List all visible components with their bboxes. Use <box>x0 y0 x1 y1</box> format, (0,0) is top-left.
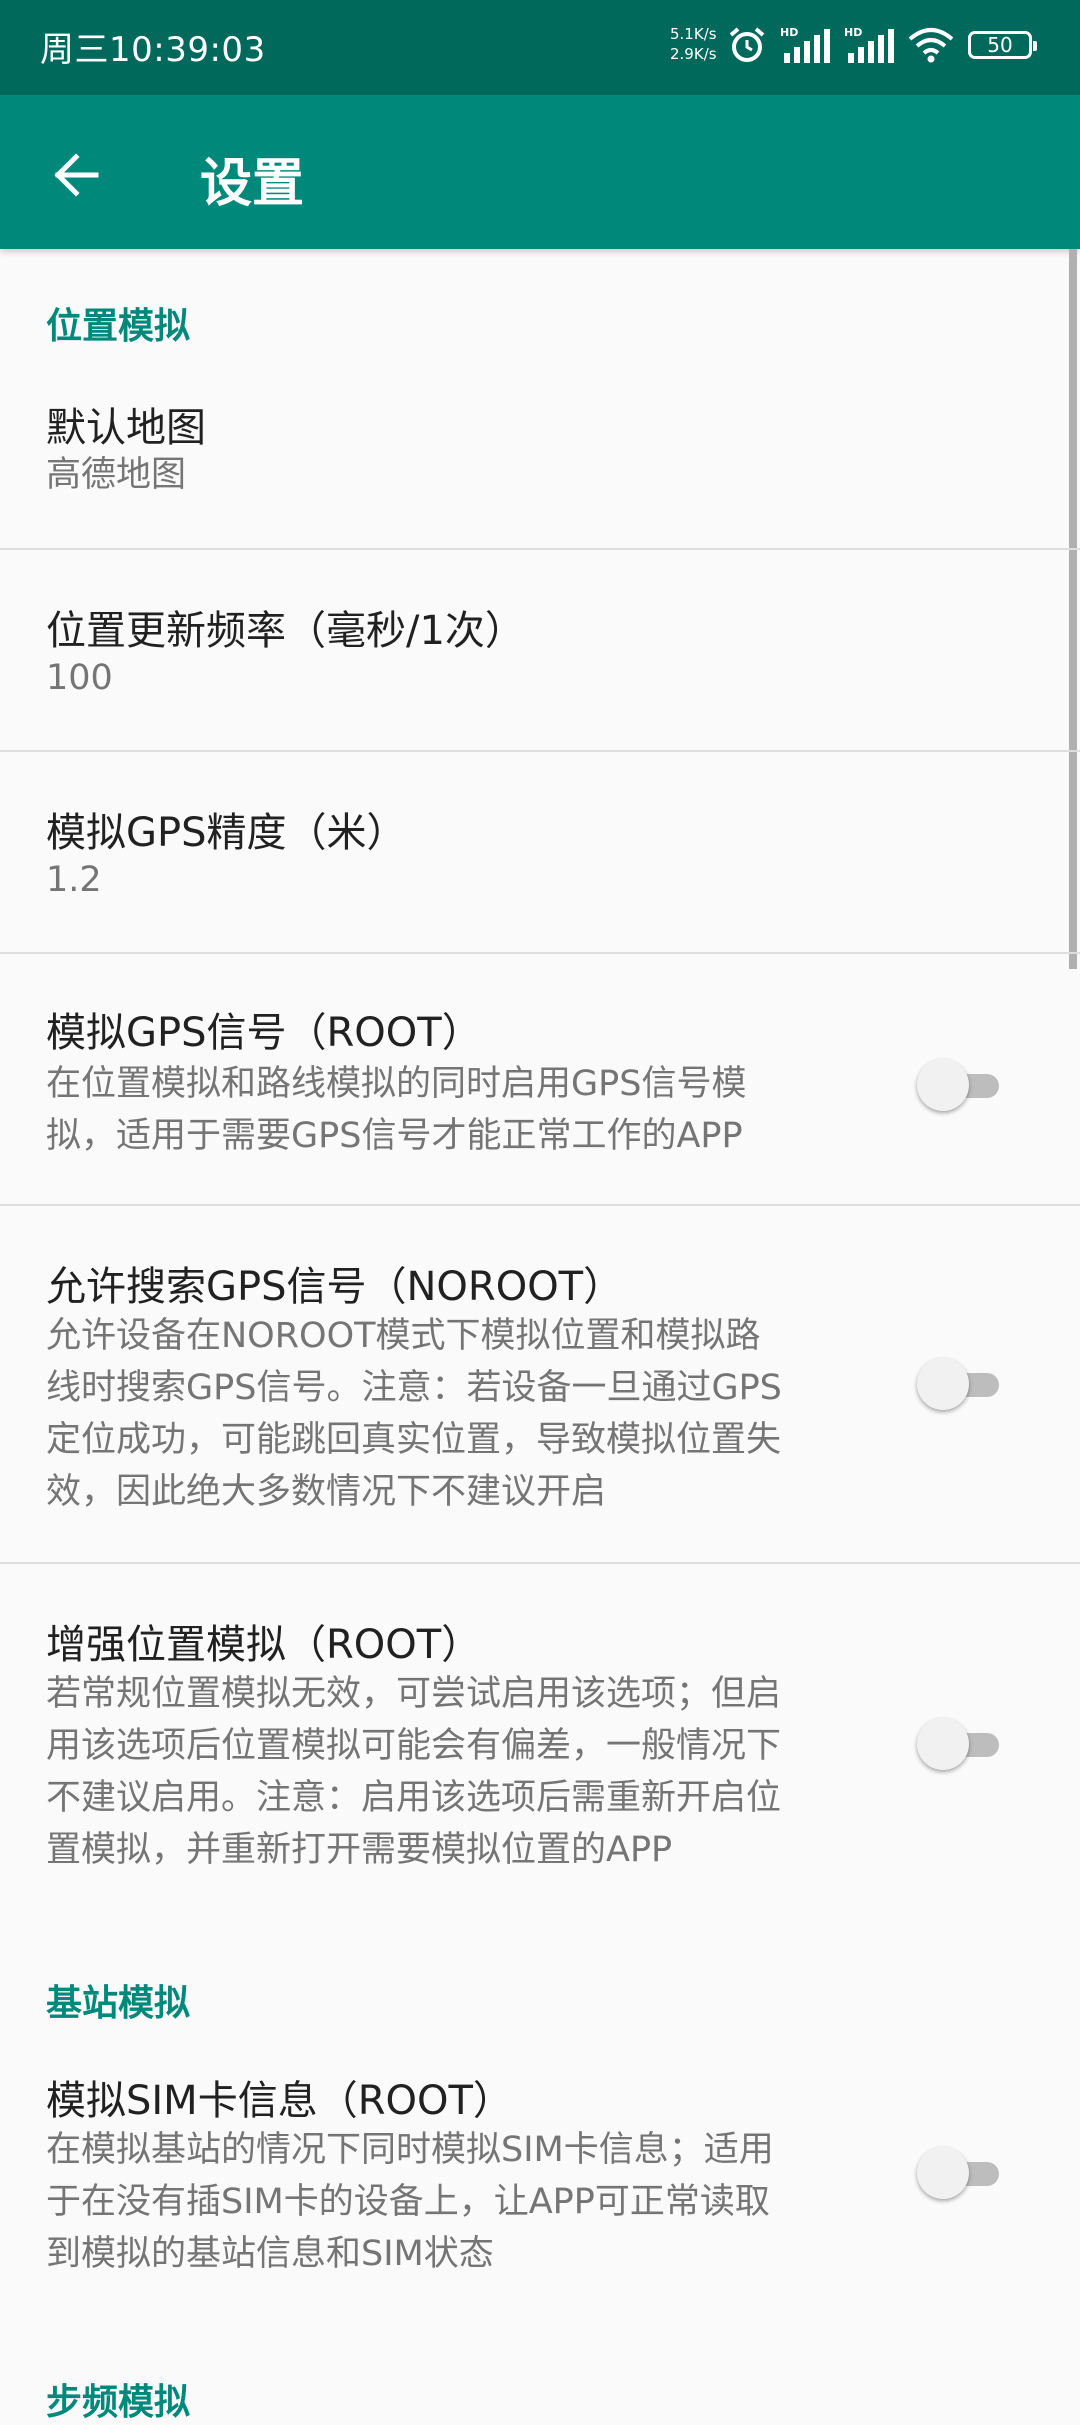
summary-line: 于在没有插SIM卡的设备上，让APP可正常读取 <box>46 2182 770 2222</box>
category-location: 位置模拟 <box>46 306 191 347</box>
pref-update-rate[interactable]: 位置更新频率（毫秒/1次） 100 <box>0 550 1080 750</box>
battery-level: 50 <box>987 33 1013 57</box>
status-icons: HD HD 50 <box>728 20 1037 70</box>
arrow-left-icon <box>54 153 99 197</box>
switch-thumb <box>917 1059 969 1111</box>
switch-thumb <box>917 1358 969 1410</box>
summary-line: 置模拟，并重新打开需要模拟位置的APP <box>46 1830 673 1870</box>
battery-icon: 50 <box>968 31 1037 59</box>
svg-text:HD: HD <box>780 26 798 39</box>
category-step: 步频模拟 <box>46 2382 191 2423</box>
download-speed: 2.9K/s <box>670 45 717 63</box>
upload-speed: 5.1K/s <box>670 25 717 43</box>
pref-search-gps[interactable]: 允许搜索GPS信号（NOROOT） 允许设备在NOROOT模式下模拟位置和模拟路… <box>0 1206 1080 1562</box>
summary-line: 在模拟基站的情况下同时模拟SIM卡信息；适用 <box>46 2130 774 2170</box>
switch-thumb <box>917 1718 969 1770</box>
pref-default-map[interactable]: 默认地图 高德地图 <box>0 359 1080 511</box>
hd-signal-icon: HD <box>780 26 830 63</box>
hd-signal-icon: HD <box>844 26 894 63</box>
gps-signal-switch[interactable] <box>917 1057 1005 1113</box>
summary-line: 在位置模拟和路线模拟的同时启用GPS信号模 <box>46 1064 747 1104</box>
summary-line: 定位成功，可能跳回真实位置，导致模拟位置失 <box>46 1420 782 1460</box>
pref-title: 模拟GPS信号（ROOT） <box>46 1010 482 1056</box>
page-title: 设置 <box>200 154 305 214</box>
category-cell: 基站模拟 <box>46 1983 191 2024</box>
network-speed: 5.1K/s 2.9K/s <box>670 24 717 64</box>
pref-title: 增强位置模拟（ROOT） <box>46 1622 482 1668</box>
pref-sim-info[interactable]: 模拟SIM卡信息（ROOT） 在模拟基站的情况下同时模拟SIM卡信息；适用 于在… <box>0 2024 1080 2324</box>
status-time: 周三10:39:03 <box>40 30 266 70</box>
pref-summary: 允许设备在NOROOT模式下模拟位置和模拟路 线时搜索GPS信号。注意：若设备一… <box>46 1310 782 1518</box>
wifi-icon <box>908 28 954 63</box>
sim-info-switch[interactable] <box>917 2145 1005 2201</box>
status-bar: 周三10:39:03 5.1K/s 2.9K/s HD HD 50 <box>0 0 1080 95</box>
back-button[interactable] <box>46 145 106 205</box>
summary-line: 用该选项后位置模拟可能会有偏差，一般情况下 <box>46 1726 782 1766</box>
pref-summary: 在模拟基站的情况下同时模拟SIM卡信息；适用 于在没有插SIM卡的设备上，让AP… <box>46 2124 774 2280</box>
pref-title: 模拟SIM卡信息（ROOT） <box>46 2078 513 2124</box>
pref-summary: 高德地图 <box>46 455 187 495</box>
alarm-icon <box>729 27 765 62</box>
pref-summary: 1.2 <box>46 860 102 900</box>
switch-thumb <box>917 2147 969 2199</box>
pref-title: 模拟GPS精度（米） <box>46 810 407 856</box>
summary-line: 线时搜索GPS信号。注意：若设备一旦通过GPS <box>46 1368 782 1408</box>
pref-gps-accuracy[interactable]: 模拟GPS精度（米） 1.2 <box>0 752 1080 952</box>
search-gps-switch[interactable] <box>917 1356 1005 1412</box>
pref-title: 允许搜索GPS信号（NOROOT） <box>46 1264 624 1310</box>
pref-gps-signal[interactable]: 模拟GPS信号（ROOT） 在位置模拟和路线模拟的同时启用GPS信号模 拟，适用… <box>0 954 1080 1204</box>
pref-title: 默认地图 <box>46 405 206 451</box>
summary-line: 拟，适用于需要GPS信号才能正常工作的APP <box>46 1116 743 1156</box>
summary-line: 不建议启用。注意：启用该选项后需重新开启位 <box>46 1778 782 1818</box>
pref-summary: 在位置模拟和路线模拟的同时启用GPS信号模 拟，适用于需要GPS信号才能正常工作… <box>46 1058 746 1162</box>
app-bar: 设置 <box>0 95 1080 249</box>
pref-summary: 若常规位置模拟无效，可尝试启用该选项；但启 用该选项后位置模拟可能会有偏差，一般… <box>46 1668 781 1876</box>
enhanced-location-switch[interactable] <box>917 1716 1005 1772</box>
summary-line: 效，因此绝大多数情况下不建议开启 <box>46 1472 607 1512</box>
pref-title: 位置更新频率（毫秒/1次） <box>46 608 525 654</box>
summary-line: 到模拟的基站信息和SIM状态 <box>46 2234 494 2274</box>
pref-enhanced-location[interactable]: 增强位置模拟（ROOT） 若常规位置模拟无效，可尝试启用该选项；但启 用该选项后… <box>0 1564 1080 1904</box>
summary-line: 允许设备在NOROOT模式下模拟位置和模拟路 <box>46 1316 761 1356</box>
svg-text:HD: HD <box>844 26 862 39</box>
pref-summary: 100 <box>46 658 113 698</box>
summary-line: 若常规位置模拟无效，可尝试启用该选项；但启 <box>46 1674 782 1714</box>
